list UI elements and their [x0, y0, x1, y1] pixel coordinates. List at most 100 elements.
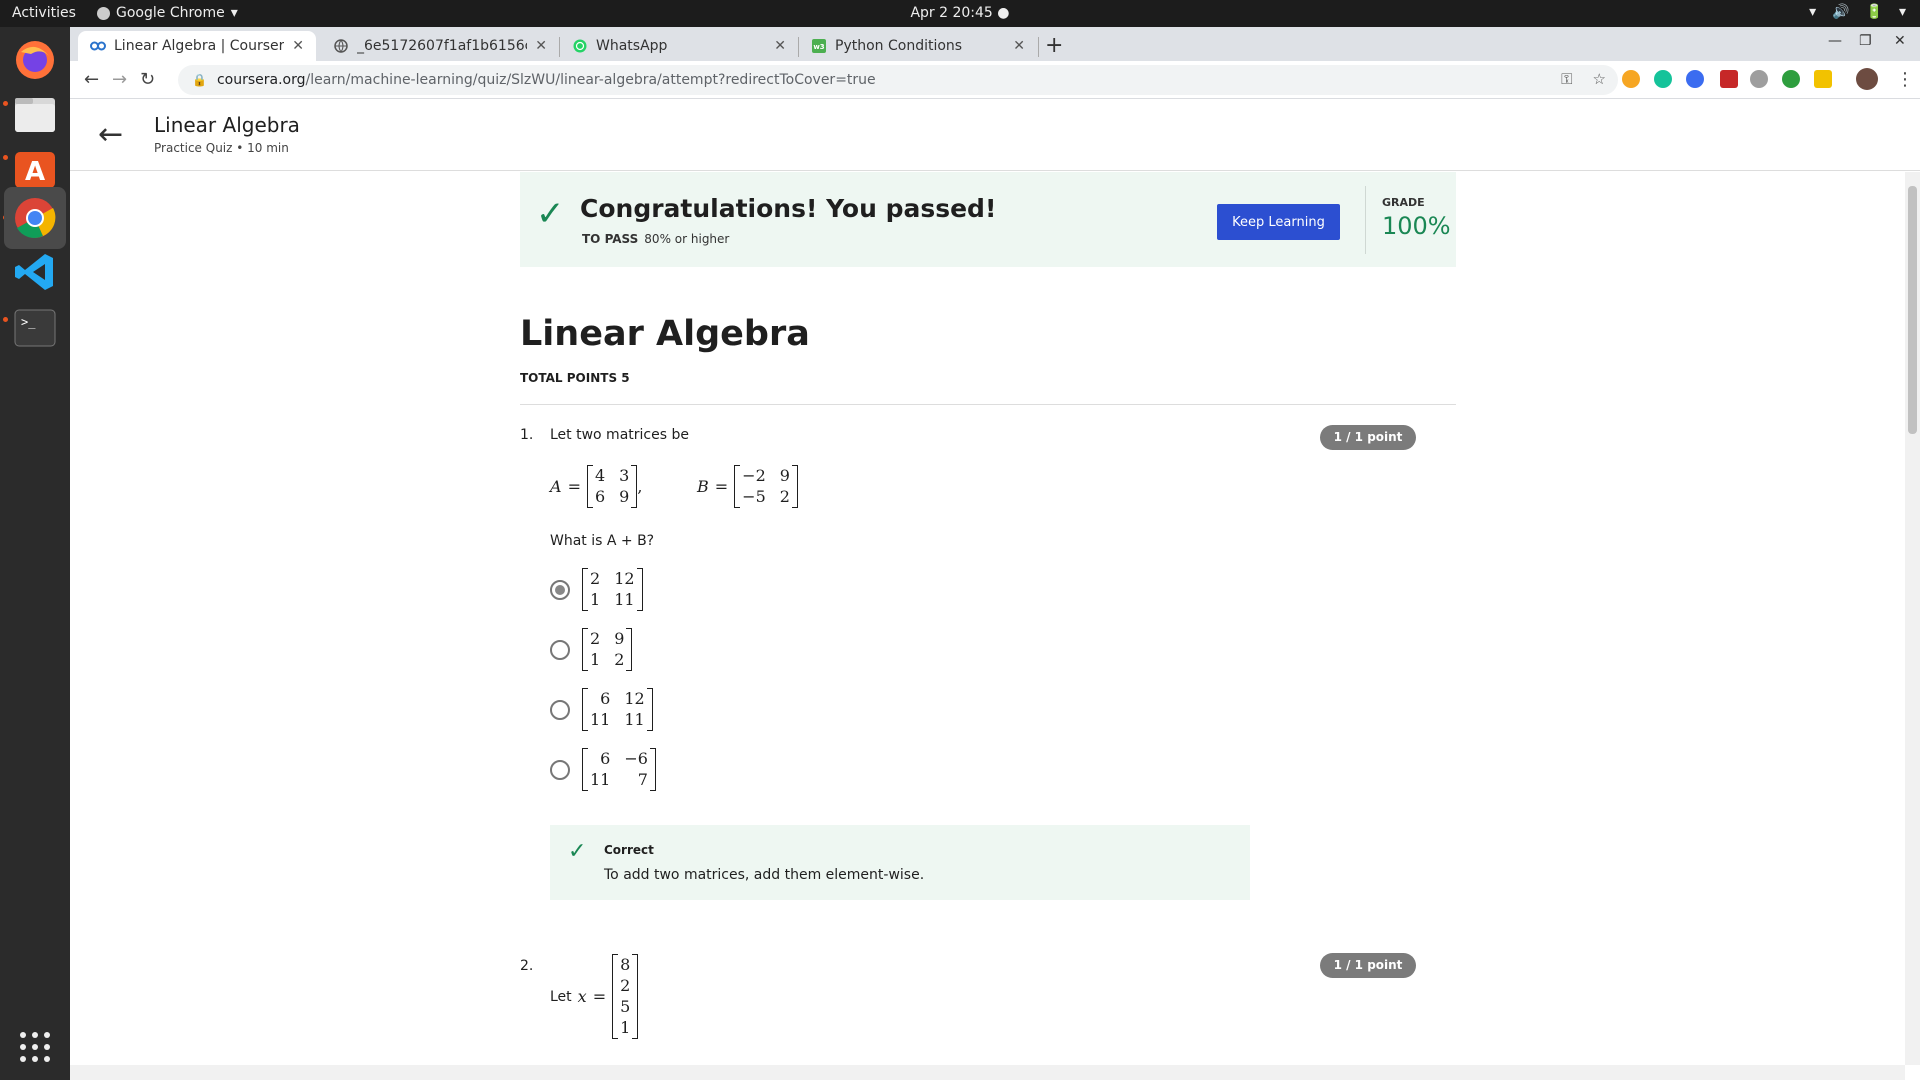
tab-title: Linear Algebra | Coursera: [114, 38, 285, 54]
matrix-cell: 9: [779, 466, 790, 485]
matrix-cell: 6: [600, 749, 611, 768]
points-badge: 1 / 1 point: [1320, 953, 1416, 978]
system-top-bar: Activities Google Chrome ▾ Apr 2 20:45 ●…: [0, 0, 1920, 27]
pass-message: Congratulations! You passed!: [580, 194, 997, 223]
profile-extension-icon[interactable]: [1750, 70, 1768, 88]
avatar[interactable]: [1856, 68, 1878, 90]
matrix-cell: 3: [619, 466, 630, 485]
forward-arrow-icon[interactable]: →: [112, 69, 127, 90]
matrix-B-definition: B = −2 9 −5 2: [697, 465, 798, 508]
matrix-cell: 11: [590, 710, 611, 729]
tab-title: Python Conditions: [835, 38, 963, 54]
language-extension-icon[interactable]: [1814, 70, 1832, 88]
close-window-icon[interactable]: ✕: [1894, 33, 1906, 49]
close-icon[interactable]: ✕: [292, 38, 304, 54]
math-variable: x: [577, 987, 587, 1006]
audio-extension-icon[interactable]: [1686, 70, 1704, 88]
grammarly-icon[interactable]: [1654, 70, 1672, 88]
matrix-cell: 12: [614, 569, 635, 588]
answer-option[interactable]: 29 12: [550, 628, 633, 671]
radio-button[interactable]: [550, 579, 570, 600]
option-matrix: 6 −6 11 7: [582, 748, 656, 791]
tab-title: _6e5172607f1af1b6156c0: [357, 38, 528, 54]
radio-button[interactable]: [550, 639, 570, 660]
feedback-text: To add two matrices, add them element-wi…: [604, 867, 925, 883]
to-pass: TO PASS 80% or higher: [582, 232, 729, 246]
vertical-scrollbar[interactable]: [1905, 172, 1920, 1065]
close-icon[interactable]: ✕: [535, 38, 547, 54]
green-extension-icon[interactable]: [1782, 70, 1800, 88]
key-icon[interactable]: ⚿: [1561, 70, 1572, 88]
math-variable: A: [550, 477, 562, 496]
close-icon[interactable]: ✕: [774, 38, 786, 54]
svg-text:>_: >_: [21, 315, 36, 329]
answer-option[interactable]: 2 12 1 11: [550, 568, 643, 611]
reload-icon[interactable]: ↻: [140, 69, 155, 90]
close-icon[interactable]: ✕: [1013, 38, 1025, 54]
back-arrow-icon[interactable]: ←: [84, 69, 99, 90]
star-icon[interactable]: ☆: [1593, 70, 1606, 88]
files-icon[interactable]: [10, 89, 60, 139]
matrix-cell: −2: [742, 466, 766, 485]
tab-linear-algebra[interactable]: Linear Algebra | Coursera ✕: [78, 31, 316, 61]
clock[interactable]: Apr 2 20:45 ●: [0, 5, 1920, 21]
restore-icon[interactable]: ❐: [1859, 33, 1872, 49]
matrix-B: −2 9 −5 2: [734, 465, 798, 508]
matrix: 2 12 1 11: [582, 568, 643, 611]
show-applications-icon[interactable]: [20, 1032, 50, 1062]
course-item-subtitle: Practice Quiz • 10 min: [154, 141, 289, 155]
coursera-icon: [90, 38, 106, 54]
divider: [520, 404, 1456, 405]
whatsapp-icon: [572, 38, 588, 54]
back-arrow-icon[interactable]: ←: [98, 117, 123, 152]
system-tray[interactable]: ▾ 🔊 🔋 ▾: [1809, 4, 1906, 20]
tab-strip: Linear Algebra | Coursera ✕ _6e5172607f1…: [70, 27, 1920, 61]
keep-learning-button[interactable]: Keep Learning: [1217, 204, 1340, 240]
cookie-extension-icon[interactable]: [1622, 70, 1640, 88]
answer-option[interactable]: 6 12 11 11: [550, 688, 653, 731]
tab-python-conditions[interactable]: w3 Python Conditions ✕: [799, 31, 1037, 61]
checkmark-icon: ✓: [568, 839, 587, 864]
course-item-title: Linear Algebra: [154, 113, 300, 137]
matrix: 6 −6 11 7: [582, 748, 656, 791]
calendar-extension-icon[interactable]: [1720, 70, 1738, 88]
question-prompt: Let two matrices be: [550, 427, 689, 443]
option-matrix: 6 12 11 11: [582, 688, 653, 731]
course-header: ← Linear Algebra Practice Quiz • 10 min: [70, 99, 1920, 171]
answer-option[interactable]: 6 −6 11 7: [550, 748, 656, 791]
ubuntu-software-icon[interactable]: A: [10, 143, 60, 193]
total-points: TOTAL POINTS 5: [520, 371, 630, 385]
address-bar[interactable]: 🔒 coursera.org/learn/machine-learning/qu…: [178, 65, 1618, 95]
new-tab-button[interactable]: +: [1045, 33, 1063, 58]
matrix-A: 43 69: [586, 465, 638, 508]
option-matrix: 29 12: [582, 628, 633, 671]
matrix-cell: 6: [594, 487, 606, 506]
firefox-icon[interactable]: [10, 35, 60, 85]
points-badge: 1 / 1 point: [1320, 425, 1416, 450]
matrix-cell: 2: [614, 650, 625, 669]
checkmark-icon: ✓: [536, 194, 565, 234]
option-matrix: 2 12 1 11: [582, 568, 643, 611]
divider: [1365, 186, 1366, 254]
tab-hash-page[interactable]: _6e5172607f1af1b6156c0 ✕: [321, 31, 559, 61]
matrix-cell: 2: [590, 569, 601, 588]
chrome-icon[interactable]: [4, 187, 66, 249]
matrix-cell: 6: [600, 689, 611, 708]
chevron-down-icon: ▾: [1898, 4, 1906, 20]
scrollbar-thumb[interactable]: [1908, 186, 1917, 434]
minimize-icon[interactable]: —: [1828, 33, 1842, 49]
math-variable: B: [697, 477, 709, 496]
tab-whatsapp[interactable]: WhatsApp ✕: [560, 31, 798, 61]
radio-button[interactable]: [550, 759, 570, 780]
radio-button[interactable]: [550, 699, 570, 720]
terminal-icon[interactable]: >_: [10, 303, 60, 353]
feedback-box: ✓ Correct To add two matrices, add them …: [550, 825, 1250, 900]
matrix-cell: 1: [620, 1018, 631, 1037]
tab-title: WhatsApp: [596, 38, 668, 54]
matrix-cell: 2: [590, 629, 601, 648]
question-text: What is A + B?: [550, 533, 655, 549]
more-menu-icon[interactable]: ⋮: [1896, 69, 1914, 90]
horizontal-scrollbar[interactable]: [70, 1065, 1905, 1080]
matrix-cell: 2: [779, 487, 790, 506]
vscode-icon[interactable]: [10, 247, 60, 297]
